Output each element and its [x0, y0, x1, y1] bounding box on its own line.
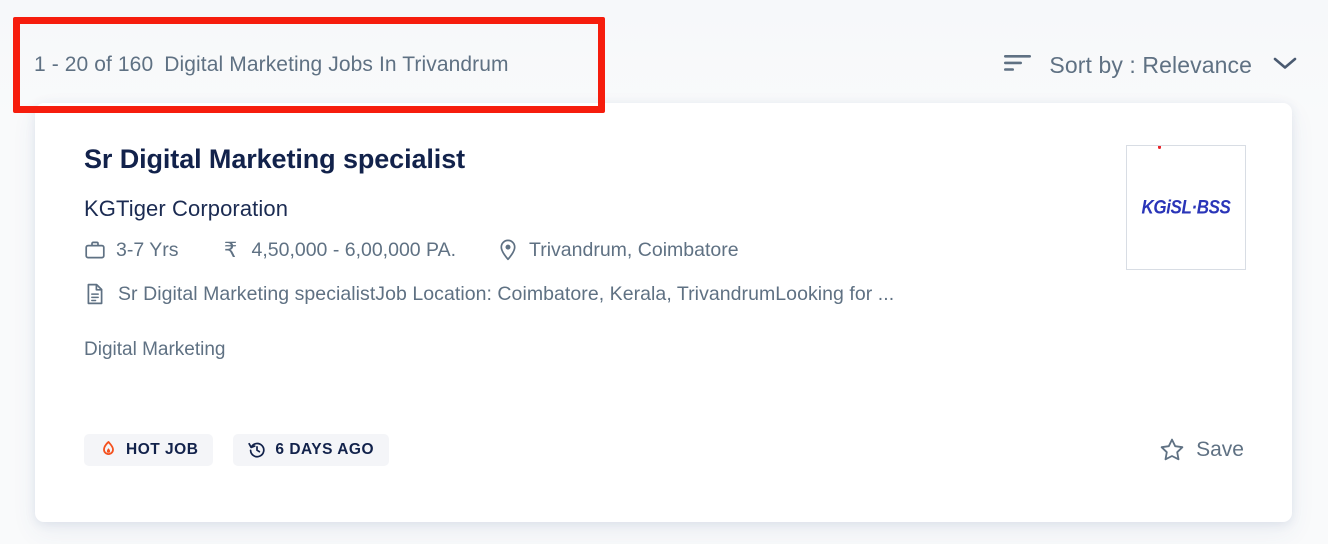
experience-value: 3-7 Yrs	[116, 238, 179, 261]
results-summary: 1 - 20 of 160 Digital Marketing Jobs In …	[0, 53, 509, 77]
chevron-down-icon[interactable]	[1272, 55, 1298, 76]
briefcase-icon	[84, 239, 106, 261]
hot-job-label: HOT JOB	[126, 441, 199, 458]
star-outline-icon	[1159, 437, 1185, 463]
salary-value: 4,50,000 - 6,00,000 PA.	[251, 238, 457, 261]
posted-date-label: 6 DAYS AGO	[275, 441, 375, 458]
job-skills[interactable]: Digital Marketing	[84, 339, 1244, 361]
history-clock-icon	[248, 441, 266, 459]
job-description-row: Sr Digital Marketing specialistJob Locat…	[84, 283, 1244, 306]
search-results-page: 1 - 20 of 160 Digital Marketing Jobs In …	[0, 0, 1328, 544]
rupee-icon: ₹	[223, 238, 238, 262]
company-name[interactable]: KGTiger Corporation	[84, 196, 1244, 222]
logo-accent-dot	[1157, 146, 1162, 149]
hot-job-badge[interactable]: HOT JOB	[84, 434, 214, 466]
job-result-card[interactable]: Sr Digital Marketing specialist KGTiger …	[35, 103, 1292, 522]
map-pin-icon	[497, 239, 519, 261]
company-logo-wordmark: KGiSL·BSS	[1141, 196, 1231, 218]
company-logo: KGiSL·BSS	[1126, 145, 1246, 270]
results-header: 1 - 20 of 160 Digital Marketing Jobs In …	[0, 17, 1328, 113]
job-badges: HOT JOB 6 DAYS AGO	[84, 434, 390, 466]
job-description: Sr Digital Marketing specialistJob Locat…	[118, 282, 895, 305]
job-title[interactable]: Sr Digital Marketing specialist	[84, 144, 1244, 175]
location-value: Trivandrum, Coimbatore	[529, 238, 739, 261]
results-count: 1 - 20 of 160	[34, 53, 154, 76]
results-title: Digital Marketing Jobs In Trivandrum	[164, 53, 509, 76]
save-label: Save	[1196, 438, 1244, 461]
sort-by-label: Sort by : Relevance	[1049, 51, 1252, 78]
sort-by-dropdown[interactable]: Sort by : Relevance	[1003, 52, 1328, 79]
flame-icon	[99, 441, 117, 459]
posted-date-badge[interactable]: 6 DAYS AGO	[233, 434, 390, 466]
document-icon	[84, 283, 106, 305]
sort-lines-icon	[1003, 52, 1033, 79]
job-meta-row: 3-7 Yrs ₹ 4,50,000 - 6,00,000 PA. Trivan…	[84, 239, 1244, 262]
location-meta: Trivandrum, Coimbatore	[497, 239, 739, 262]
salary-meta: ₹ 4,50,000 - 6,00,000 PA.	[220, 238, 457, 262]
experience-meta: 3-7 Yrs	[84, 239, 179, 262]
save-job-button[interactable]: Save	[1159, 437, 1244, 463]
job-card-footer: HOT JOB 6 DAYS AGO Save	[84, 434, 1244, 466]
job-card-body: Sr Digital Marketing specialist KGTiger …	[35, 103, 1292, 522]
